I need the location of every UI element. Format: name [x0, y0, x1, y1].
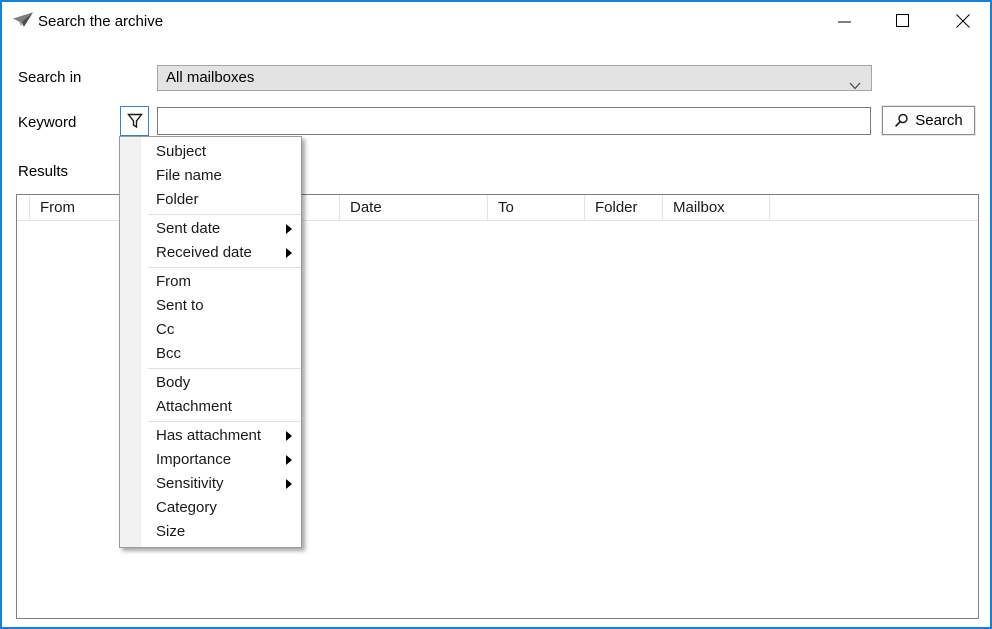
column-header-blank[interactable]	[17, 195, 30, 220]
submenu-arrow-icon	[286, 455, 292, 465]
menu-item-sent-to[interactable]: Sent to	[120, 294, 301, 318]
menu-item-received-date[interactable]: Received date	[120, 241, 301, 265]
menu-separator	[148, 214, 301, 215]
menu-item-bcc[interactable]: Bcc	[120, 342, 301, 366]
menu-item-cc[interactable]: Cc	[120, 318, 301, 342]
menu-item-file-name[interactable]: File name	[120, 164, 301, 188]
column-header-to[interactable]: To	[488, 195, 585, 220]
search-button-label: Search	[915, 112, 963, 129]
menu-separator	[148, 421, 301, 422]
minimize-icon	[838, 14, 852, 28]
menu-item-body[interactable]: Body	[120, 371, 301, 395]
keyword-label: Keyword	[18, 114, 76, 131]
column-header-folder[interactable]: Folder	[585, 195, 663, 220]
menu-item-sensitivity[interactable]: Sensitivity	[120, 472, 301, 496]
search-in-select[interactable]: All mailboxes	[157, 65, 872, 91]
column-header-mailbox[interactable]: Mailbox	[663, 195, 770, 220]
menu-item-has-attachment[interactable]: Has attachment	[120, 424, 301, 448]
menu-item-importance[interactable]: Importance	[120, 448, 301, 472]
submenu-arrow-icon	[286, 224, 292, 234]
menu-item-category[interactable]: Category	[120, 496, 301, 520]
search-in-value: All mailboxes	[166, 69, 254, 86]
close-button[interactable]	[947, 6, 979, 36]
filter-button[interactable]	[120, 106, 149, 136]
funnel-icon	[127, 113, 143, 129]
search-icon	[894, 113, 909, 128]
maximize-button[interactable]	[887, 6, 919, 36]
close-icon	[956, 14, 971, 29]
submenu-arrow-icon	[286, 431, 292, 441]
chevron-down-icon	[849, 74, 861, 98]
submenu-arrow-icon	[286, 479, 292, 489]
menu-item-from[interactable]: From	[120, 270, 301, 294]
menu-item-sent-date[interactable]: Sent date	[120, 217, 301, 241]
column-header-filler	[770, 195, 978, 220]
menu-item-folder[interactable]: Folder	[120, 188, 301, 212]
app-logo-icon	[12, 11, 34, 30]
menu-item-attachment[interactable]: Attachment	[120, 395, 301, 419]
results-label: Results	[18, 163, 68, 180]
menu-item-size[interactable]: Size	[120, 520, 301, 544]
filter-menu: Subject File name Folder Sent date Recei…	[119, 136, 302, 548]
menu-separator	[148, 267, 301, 268]
minimize-button[interactable]	[829, 6, 861, 36]
search-archive-window: Search the archive Search in All mailbox…	[0, 0, 992, 629]
search-in-label: Search in	[18, 69, 81, 86]
window-title: Search the archive	[38, 13, 163, 30]
search-button[interactable]: Search	[882, 106, 975, 135]
menu-separator	[148, 368, 301, 369]
maximize-icon	[896, 14, 910, 28]
column-header-date[interactable]: Date	[340, 195, 488, 220]
title-bar: Search the archive	[2, 2, 990, 42]
submenu-arrow-icon	[286, 248, 292, 258]
keyword-input[interactable]	[157, 107, 871, 135]
menu-item-subject[interactable]: Subject	[120, 140, 301, 164]
